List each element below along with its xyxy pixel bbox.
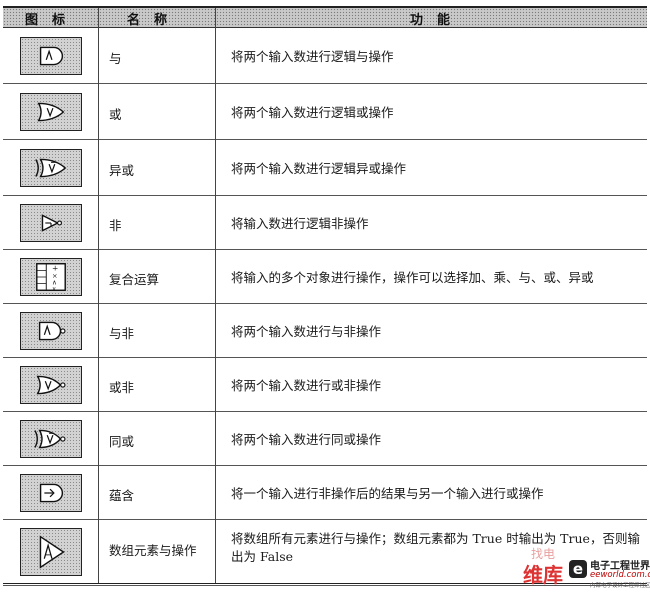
xnor-gate-icon [20, 420, 82, 458]
row-function: 将两个输入数进行逻辑异或操作 [231, 161, 407, 176]
table-row: + × ∧ ∨ 复合运算 将输入的多个对象进行操作，操作可以选择加、乘、与、或、异或 [3, 250, 647, 304]
nand-gate-icon [20, 312, 82, 350]
row-name: 同或 [109, 434, 135, 449]
table-row: 或 将两个输入数进行逻辑或操作 [3, 84, 647, 140]
eeworld-logo-icon: e [569, 560, 587, 578]
row-name: 异或 [109, 163, 135, 178]
watermark-tagline: 内部电子设计工程师社区 [590, 583, 650, 589]
and-array-elements-icon [20, 528, 82, 576]
header-name: 名称 [127, 13, 182, 28]
watermark-site-url: eeworld.com.cn [590, 570, 650, 580]
row-name: 非 [109, 218, 122, 233]
compound-arithmetic-icon: + × ∧ ∨ [20, 258, 82, 296]
row-function: 将两个输入数进行同或操作 [231, 432, 382, 447]
nor-gate-icon [20, 366, 82, 404]
logic-functions-table: 图标 名称 功能 与 将两个输入数进行逻辑与操作 或 将两个输入数进行逻辑或操作… [3, 6, 647, 586]
watermark-logo: 找电 维库 e 电子工程世界 eeworld.com.cn 内部电子设计工程师社… [523, 545, 650, 590]
row-name: 数组元素与操作 [109, 543, 197, 558]
header-function: 功能 [410, 13, 465, 28]
column-divider [98, 8, 99, 583]
table-row: 异或 将两个输入数进行逻辑异或操作 [3, 140, 647, 196]
and-gate-icon [20, 37, 82, 75]
or-gate-icon [20, 93, 82, 131]
row-name: 蕴含 [109, 488, 135, 503]
table-row: 与非 将两个输入数进行与非操作 [3, 304, 647, 358]
row-name: 与 [109, 51, 122, 66]
row-function: 将一个输入进行非操作后的结果与另一个输入进行或操作 [231, 486, 544, 501]
watermark-brand: 维库 [523, 563, 563, 587]
table-row: 或非 将两个输入数进行或非操作 [3, 358, 647, 412]
column-divider [215, 8, 216, 583]
row-function: 将两个输入数进行与非操作 [231, 324, 382, 339]
table-row: 非 将输入数进行逻辑非操作 [3, 196, 647, 250]
not-gate-icon [20, 204, 82, 242]
table-row: 同或 将两个输入数进行同或操作 [3, 412, 647, 466]
row-function: 将两个输入数进行逻辑或操作 [231, 105, 394, 120]
implies-icon [20, 474, 82, 512]
table-row: 蕴含 将一个输入进行非操作后的结果与另一个输入进行或操作 [3, 466, 647, 520]
svg-text:∨: ∨ [52, 286, 56, 292]
row-function: 将输入数进行逻辑非操作 [231, 216, 369, 231]
xor-gate-icon [20, 149, 82, 187]
row-function: 将输入的多个对象进行操作，操作可以选择加、乘、与、或、异或 [231, 270, 594, 285]
row-function: 将两个输入数进行或非操作 [231, 378, 382, 393]
row-name: 或 [109, 107, 122, 122]
table-header: 图标 名称 功能 [3, 8, 647, 28]
row-name: 与非 [109, 326, 135, 341]
header-icon: 图标 [25, 13, 80, 28]
table-row: 与 将两个输入数进行逻辑与操作 [3, 28, 647, 84]
row-name: 或非 [109, 380, 135, 395]
row-function: 将两个输入数进行逻辑与操作 [231, 49, 394, 64]
row-name: 复合运算 [109, 272, 160, 287]
